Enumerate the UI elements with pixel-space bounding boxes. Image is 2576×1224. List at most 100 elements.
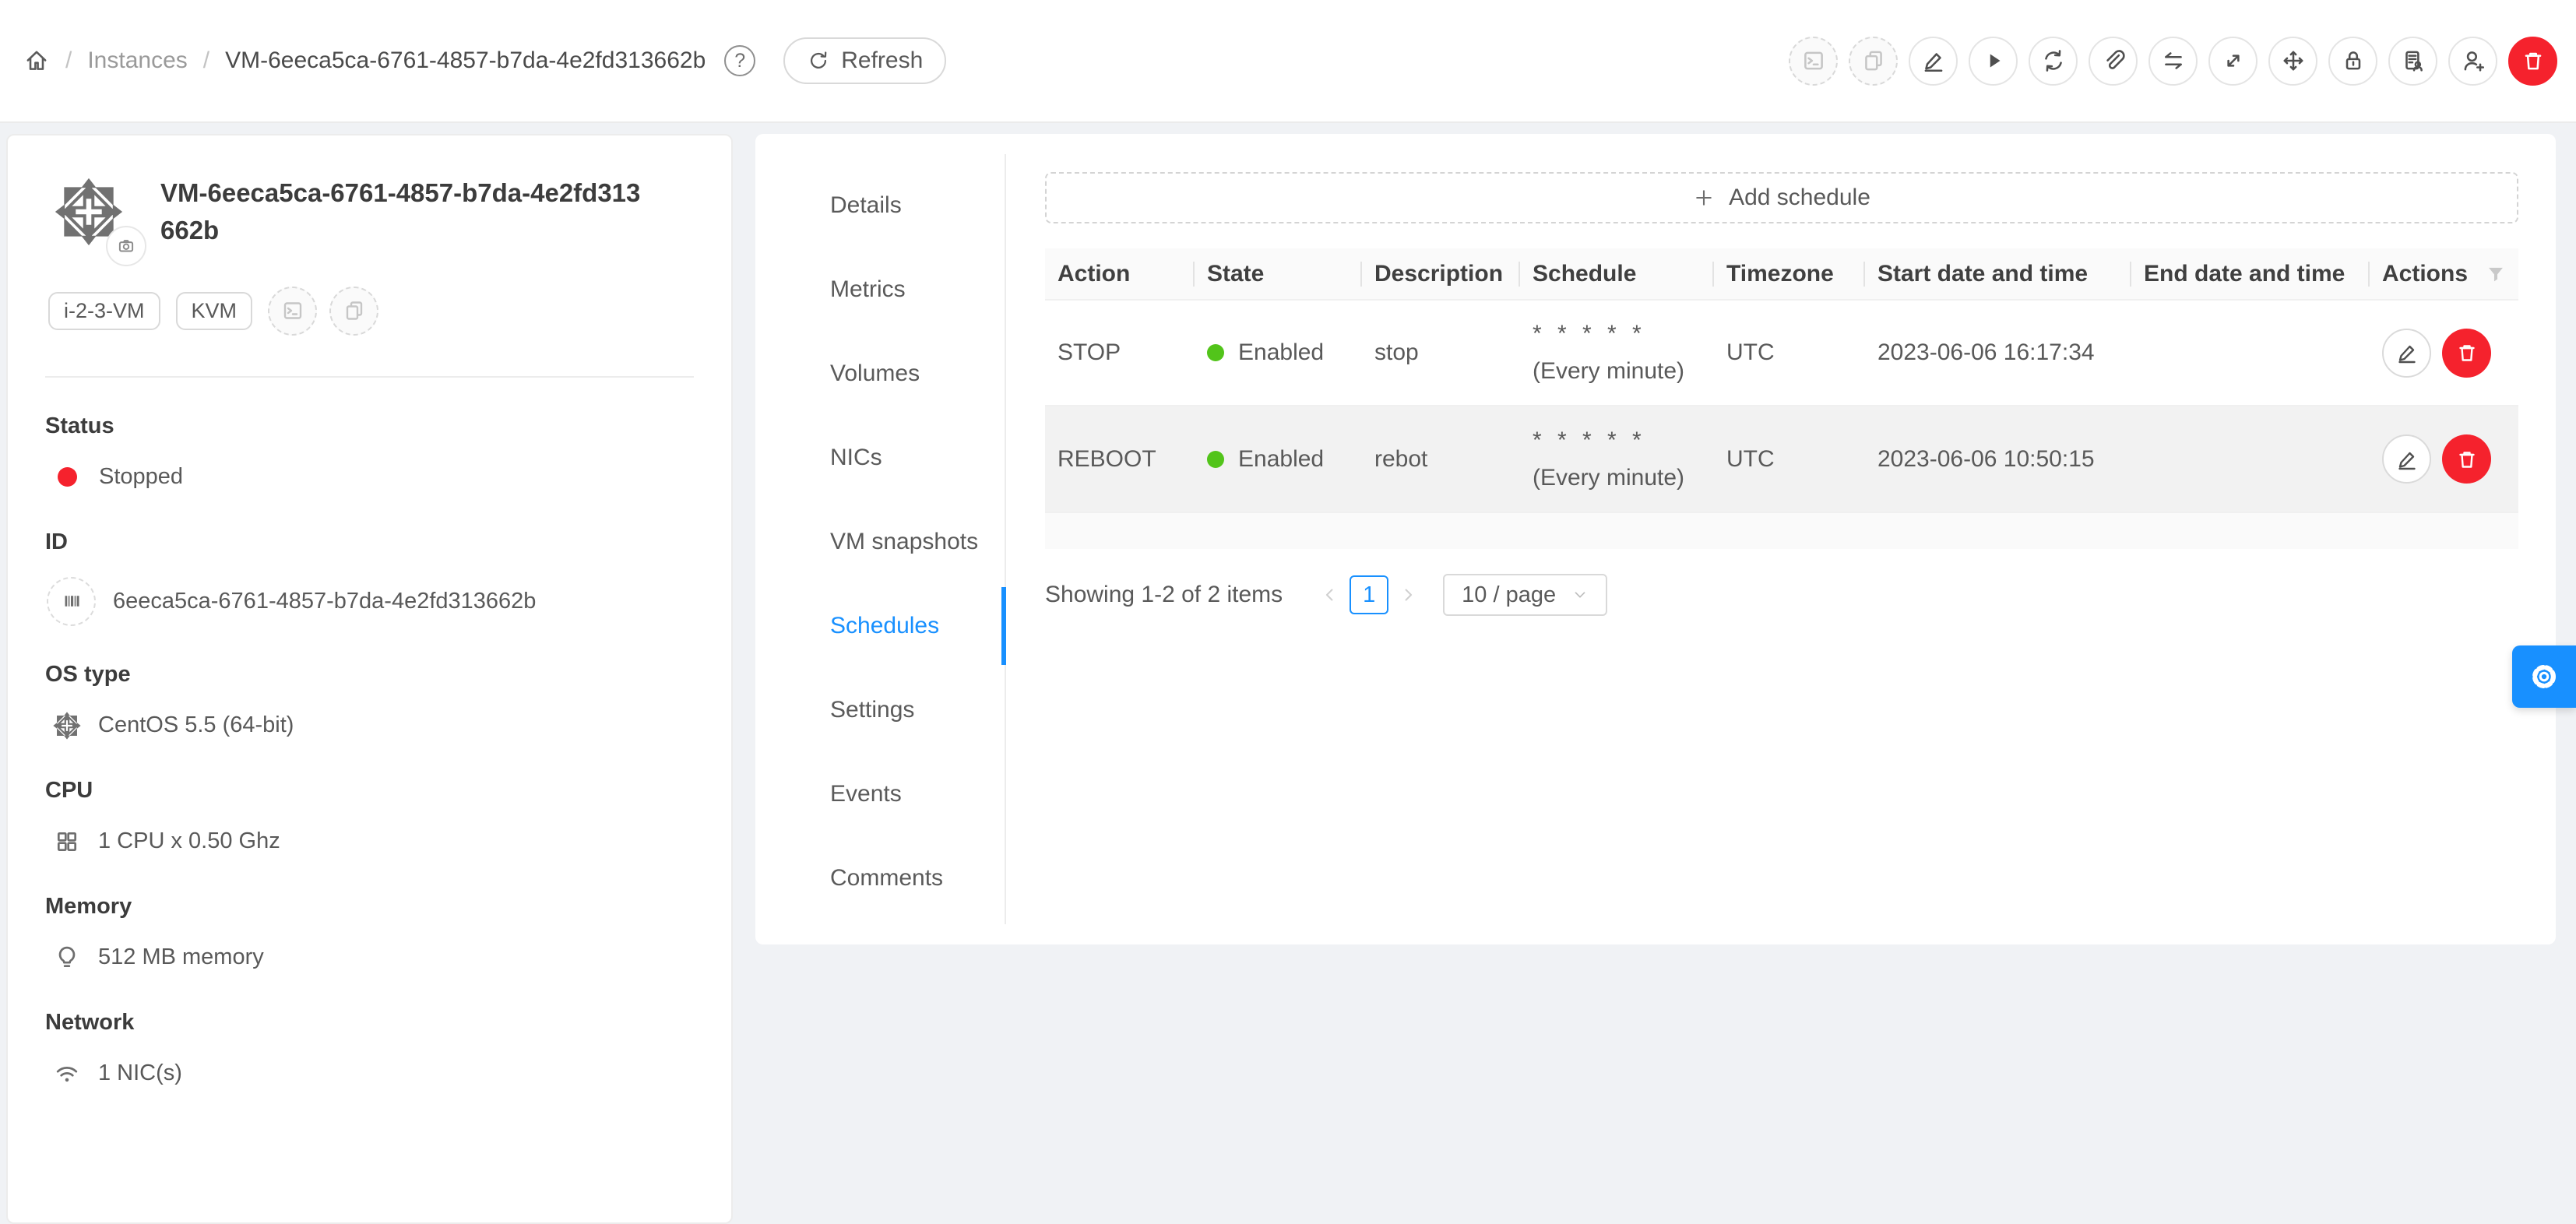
destroy-button[interactable]	[2508, 37, 2557, 86]
add-user-button[interactable]	[2448, 37, 2497, 86]
plus-icon	[1693, 187, 1715, 209]
wifi-icon	[53, 1060, 81, 1088]
cell-actions	[2370, 406, 2518, 512]
swap-icon	[2160, 47, 2187, 74]
edit-icon	[2395, 447, 2419, 472]
tab-metrics[interactable]: Metrics	[755, 248, 1006, 332]
move-icon	[2280, 47, 2307, 74]
copy-button	[1849, 37, 1898, 86]
id-value: 6eeca5ca-6761-4857-b7da-4e2fd313662b	[113, 589, 536, 614]
schedules-tab-content: Add schedule Action State Description Sc…	[1006, 134, 2556, 944]
breadcrumb-instances[interactable]: Instances	[87, 47, 187, 74]
edit-schedule-button[interactable]	[2382, 329, 2431, 378]
move-button[interactable]	[2268, 37, 2317, 86]
console-icon	[280, 298, 305, 323]
barcode-icon	[47, 577, 96, 626]
tab-nics[interactable]: NICs	[755, 416, 1006, 500]
ui-settings-drawer-button[interactable]	[2512, 645, 2576, 708]
filter-icon[interactable]	[2486, 264, 2506, 284]
lock-icon	[2340, 47, 2367, 74]
refresh-button[interactable]: Refresh	[783, 37, 946, 84]
delete-schedule-button[interactable]	[2442, 329, 2491, 378]
tab-schedules[interactable]: Schedules	[755, 584, 1006, 668]
delete-schedule-button[interactable]	[2442, 434, 2491, 484]
cell-end-date	[2131, 406, 2370, 512]
pagination-summary: Showing 1-2 of 2 items	[1045, 582, 1283, 608]
schedules-table: Action State Description Schedule Timezo…	[1045, 248, 2518, 512]
memory-value: 512 MB memory	[98, 944, 264, 970]
edit-schedule-button[interactable]	[2382, 434, 2431, 484]
assign-instance-button[interactable]	[2388, 37, 2437, 86]
network-label: Network	[45, 1010, 694, 1036]
id-label: ID	[45, 529, 694, 555]
cell-description: rebot	[1362, 406, 1520, 512]
status-label: Status	[45, 413, 694, 439]
tab-details[interactable]: Details	[755, 164, 1006, 248]
page-size-select[interactable]: 10 / page	[1443, 574, 1607, 616]
copy-button-small	[329, 287, 378, 336]
divider	[45, 376, 694, 378]
cpu-label: CPU	[45, 778, 694, 804]
reset-password-button[interactable]	[2328, 37, 2377, 86]
cell-schedule: * * * * * (Every minute)	[1520, 406, 1714, 512]
console-button-small	[268, 287, 317, 336]
copy-icon	[1860, 47, 1887, 74]
vm-title: VM-6eeca5ca-6761-4857-b7da-4e2fd313662b	[160, 174, 651, 249]
tab-comments[interactable]: Comments	[755, 836, 1006, 920]
breadcrumb-current-vm: VM-6eeca5ca-6761-4857-b7da-4e2fd313662b	[225, 47, 706, 74]
page-size-value: 10 / page	[1462, 582, 1556, 608]
breadcrumb-separator: /	[65, 47, 72, 74]
diagonal-arrows-icon	[2220, 47, 2247, 74]
os-label: OS type	[45, 662, 694, 688]
console-button	[1789, 37, 1838, 86]
home-icon[interactable]	[23, 47, 50, 74]
page-number-button[interactable]: 1	[1350, 575, 1388, 614]
tab-events[interactable]: Events	[755, 752, 1006, 836]
edit-icon	[2395, 340, 2419, 365]
os-section: OS type CentOS 5.5 (64-bit)	[45, 662, 694, 742]
tab-settings[interactable]: Settings	[755, 668, 1006, 752]
col-timezone: Timezone	[1714, 248, 1865, 300]
breadcrumb: / Instances / VM-6eeca5ca-6761-4857-b7da…	[23, 37, 946, 84]
cell-schedule: * * * * * (Every minute)	[1520, 300, 1714, 406]
camera-icon	[116, 236, 136, 256]
os-value: CentOS 5.5 (64-bit)	[98, 712, 294, 738]
previous-page-button[interactable]	[1320, 585, 1340, 605]
edit-button[interactable]	[1909, 37, 1958, 86]
memory-section: Memory 512 MB memory	[45, 894, 694, 974]
cell-state: Enabled	[1195, 406, 1362, 512]
col-description: Description	[1362, 248, 1520, 300]
scale-button[interactable]	[2208, 37, 2258, 86]
enabled-dot	[1207, 344, 1224, 361]
migrate-button[interactable]	[2148, 37, 2198, 86]
header-action-bar	[1789, 37, 2557, 86]
add-schedule-label: Add schedule	[1729, 185, 1870, 211]
next-page-button[interactable]	[1398, 585, 1418, 605]
console-icon	[1800, 47, 1827, 74]
help-icon[interactable]: ?	[724, 45, 755, 76]
change-icon-button[interactable]	[106, 226, 146, 266]
tab-vm-snapshots[interactable]: VM snapshots	[755, 500, 1006, 584]
cell-action: REBOOT	[1045, 406, 1195, 512]
start-button[interactable]	[1969, 37, 2018, 86]
memory-label: Memory	[45, 894, 694, 920]
cell-end-date	[2131, 300, 2370, 406]
tab-volumes[interactable]: Volumes	[755, 332, 1006, 416]
centos-icon	[53, 712, 81, 740]
breadcrumb-separator: /	[203, 47, 209, 74]
refresh-label: Refresh	[841, 47, 923, 74]
id-section: ID 6eeca5ca-6761-4857-b7da-4e2fd313662b	[45, 529, 694, 626]
cell-actions	[2370, 300, 2518, 406]
status-stopped-dot	[58, 467, 77, 487]
network-value: 1 NIC(s)	[98, 1060, 182, 1086]
trash-icon	[2520, 47, 2546, 74]
cell-state: Enabled	[1195, 300, 1362, 406]
bulb-icon	[53, 944, 81, 972]
cpu-section: CPU 1 CPU x 0.50 Ghz	[45, 778, 694, 858]
add-schedule-button[interactable]: Add schedule	[1045, 172, 2518, 223]
table-header-row: Action State Description Schedule Timezo…	[1045, 248, 2518, 300]
cell-timezone: UTC	[1714, 406, 1865, 512]
attach-iso-button[interactable]	[2089, 37, 2138, 86]
reinstall-button[interactable]	[2029, 37, 2078, 86]
vm-info-card: VM-6eeca5ca-6761-4857-b7da-4e2fd313662b …	[6, 134, 733, 1224]
